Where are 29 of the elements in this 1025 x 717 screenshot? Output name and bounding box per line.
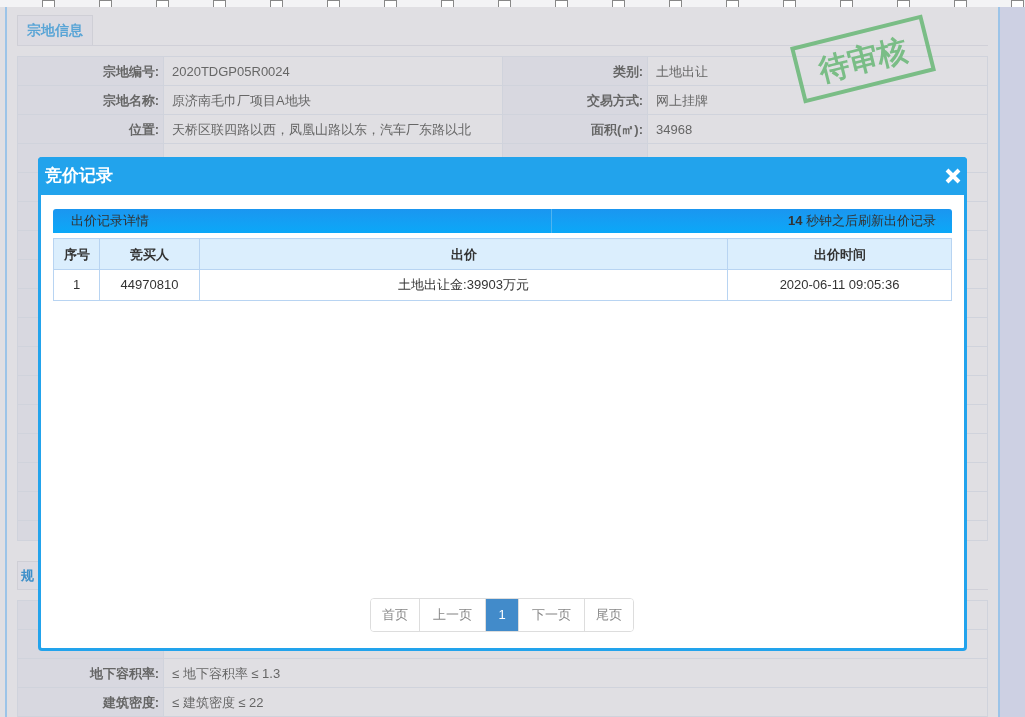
- field-label: 交易方式:: [502, 86, 647, 114]
- column-header: 序号: [62, 246, 91, 264]
- table-cell: 土地出让金:39903万元: [199, 270, 727, 300]
- panel-title: 出价记录详情: [53, 209, 552, 233]
- page-button[interactable]: 尾页: [583, 599, 633, 631]
- field-value: 34968: [647, 115, 987, 143]
- field-label: 建筑密度:: [18, 688, 163, 716]
- approval-stamp: 待审核: [790, 14, 936, 104]
- refresh-note: 14 秒钟之后刷新出价记录: [786, 212, 937, 230]
- column-header: 竞买人: [99, 239, 199, 269]
- field-label: 面积(㎡):: [502, 115, 647, 143]
- table-cell: 44970810: [99, 270, 199, 300]
- field-label: 位置:: [18, 115, 163, 143]
- field-label: 地下容积率:: [18, 659, 163, 687]
- field-value: ≤ 地下容积率 ≤ 1.3: [163, 659, 987, 687]
- field-label: 类别:: [502, 57, 647, 85]
- field-label: 宗地名称:: [18, 86, 163, 114]
- table-cell: 2020-06-11 09:05:36: [727, 270, 951, 300]
- field-value: 网上挂牌: [647, 86, 987, 114]
- dialog-title: 竞价记录: [45, 165, 113, 188]
- page-button[interactable]: 1: [485, 599, 518, 631]
- close-icon[interactable]: [945, 168, 961, 184]
- section-tab[interactable]: 宗地信息: [17, 15, 93, 45]
- field-value: ≤ 建筑密度 ≤ 22: [163, 688, 987, 716]
- table-cell-text: 1: [71, 276, 82, 294]
- field-label: 宗地编号:: [18, 57, 163, 85]
- column-header: 出价时间: [727, 239, 951, 269]
- section-tab[interactable]: 规: [17, 560, 39, 589]
- column-header: 出价: [199, 239, 727, 269]
